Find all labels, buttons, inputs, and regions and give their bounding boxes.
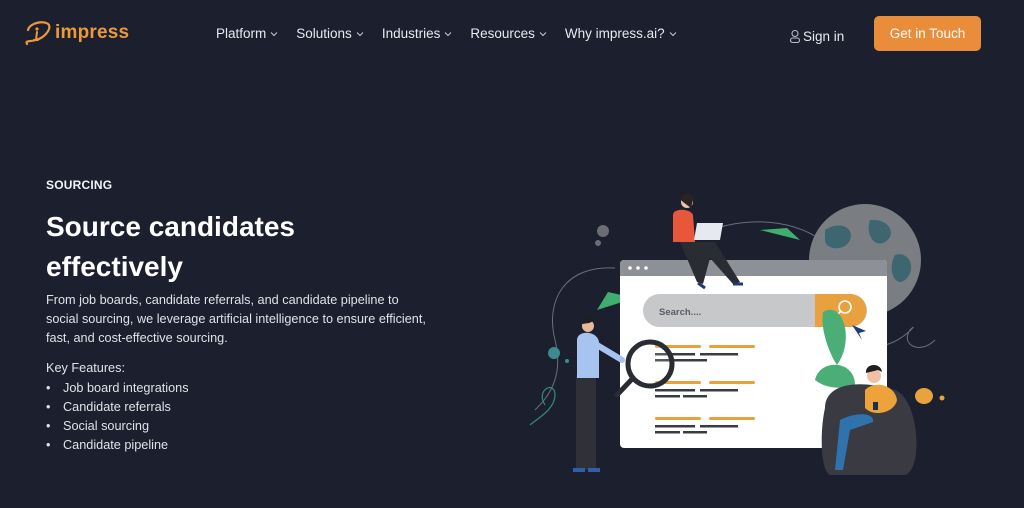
key-features-label: Key Features:	[46, 361, 125, 375]
nav-item-resources[interactable]: Resources	[470, 26, 547, 41]
hero-description: From job boards, candidate referrals, an…	[46, 293, 426, 345]
logo-icon	[25, 21, 51, 46]
sign-in-label: Sign in	[803, 29, 845, 44]
nav-item-solutions[interactable]: Solutions	[296, 26, 364, 41]
sign-in-link[interactable]: Sign in	[789, 29, 844, 44]
decorative-line	[884, 326, 936, 348]
decorative-blob	[595, 240, 601, 246]
user-icon	[789, 29, 801, 44]
chevron-down-icon	[270, 31, 278, 36]
feature-item: • Candidate referrals	[46, 398, 189, 417]
chevron-down-icon	[539, 31, 547, 36]
nav-label: Resources	[470, 26, 535, 41]
nav-label: Industries	[381, 26, 441, 41]
site-header: impress Platform Solutions Industries Re…	[0, 0, 1024, 70]
main-nav: Platform Solutions Industries Resources …	[216, 26, 695, 41]
nav-item-why-impress[interactable]: Why impress.ai?	[565, 26, 677, 41]
logo[interactable]: impress	[22, 18, 129, 48]
decorative-blob	[565, 359, 569, 363]
key-features-list: • Job board integrations • Candidate refer…	[46, 379, 189, 455]
search-placeholder: Search....	[659, 307, 701, 318]
feature-text: Job board integrations	[63, 381, 189, 395]
feature-item: • Social sourcing	[46, 417, 189, 436]
decorative-blob	[939, 395, 945, 401]
feature-item: • Candidate pipeline	[46, 436, 189, 455]
logo-text: impress	[55, 22, 130, 43]
nav-label: Platform	[216, 26, 267, 41]
hero-headline: Source candidates effectively	[46, 211, 295, 282]
nav-label: Why impress.ai?	[564, 26, 665, 41]
sourcing-illustration: Search....	[529, 194, 945, 475]
decorative-blob	[915, 388, 933, 404]
paper-plane-icon	[760, 228, 800, 240]
decorative-blob	[597, 225, 609, 237]
section-eyebrow: SOURCING	[46, 178, 113, 192]
nav-label: Solutions	[296, 26, 352, 41]
decorative-blob	[548, 347, 560, 359]
feature-item: • Job board integrations	[46, 379, 189, 398]
decorative-line	[529, 387, 556, 426]
chevron-down-icon	[669, 31, 677, 36]
feature-text: Candidate referrals	[63, 400, 171, 414]
feature-text: Social sourcing	[63, 419, 150, 433]
feature-text: Candidate pipeline	[63, 438, 169, 452]
nav-item-industries[interactable]: Industries	[382, 26, 453, 41]
get-in-touch-button[interactable]: Get in Touch	[874, 16, 981, 51]
chevron-down-icon	[356, 31, 364, 36]
nav-item-platform[interactable]: Platform	[216, 26, 278, 41]
chevron-down-icon	[444, 31, 452, 36]
